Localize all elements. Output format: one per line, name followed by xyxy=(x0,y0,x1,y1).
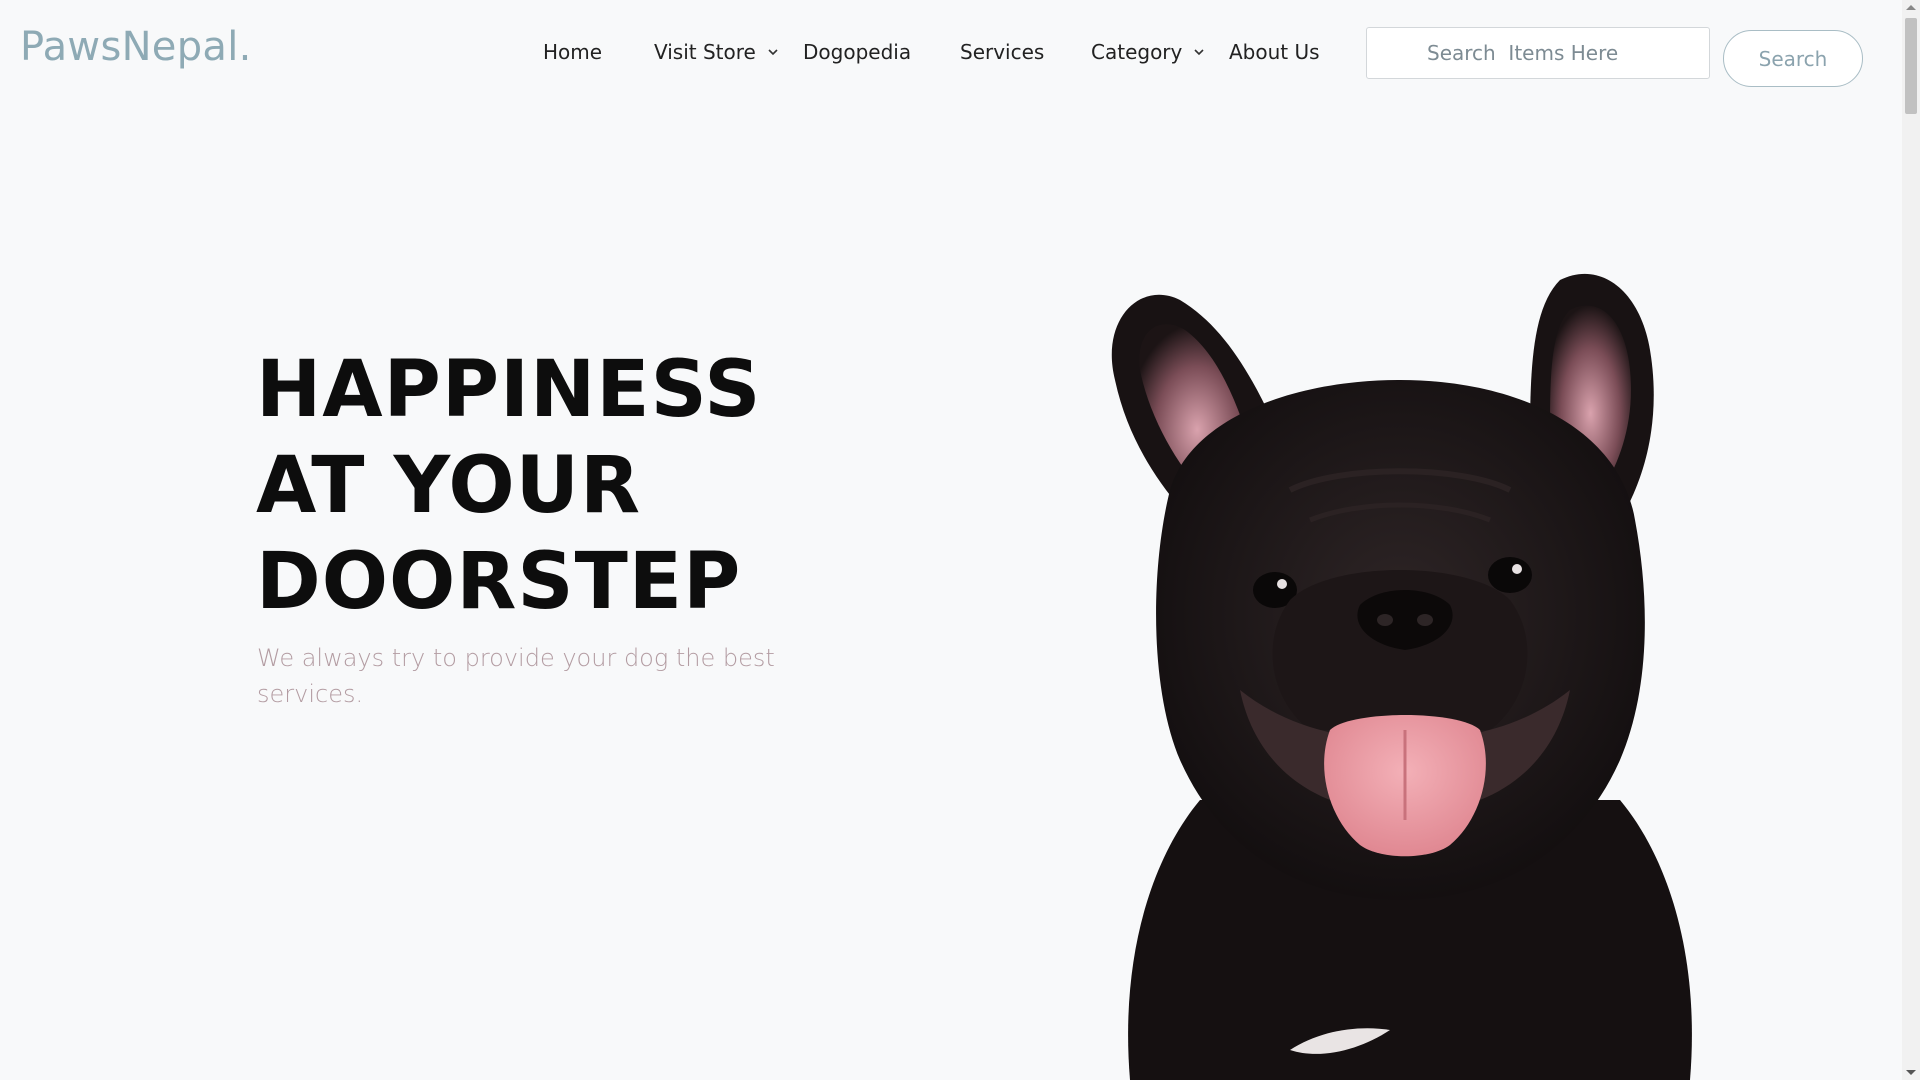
nav-item-label: Services xyxy=(960,40,1045,64)
hero-title-line: DOORSTEP xyxy=(256,537,742,627)
nav-item-label: About Us xyxy=(1229,40,1320,64)
nav-item-label: Visit Store xyxy=(654,40,756,64)
chevron-down-icon xyxy=(768,49,778,56)
nav-item-services[interactable]: Services xyxy=(960,40,1044,64)
chevron-down-icon xyxy=(1194,49,1204,56)
nav-item-home[interactable]: Home xyxy=(543,40,602,64)
nav-item-about-us[interactable]: About Us xyxy=(1229,40,1320,64)
hero-title: HAPPINESS AT YOUR DOORSTEP xyxy=(256,342,761,630)
scroll-up-icon[interactable] xyxy=(1906,5,1916,10)
hero-subtitle: We always try to provide your dog the be… xyxy=(257,644,775,708)
nav-item-dogopedia[interactable]: Dogopedia xyxy=(803,40,911,64)
nav-item-label: Category xyxy=(1091,40,1183,64)
scrollbar-thumb[interactable] xyxy=(1905,18,1917,114)
search-button[interactable]: Search xyxy=(1723,30,1863,87)
scroll-down-icon[interactable] xyxy=(1906,1070,1916,1075)
french-bulldog-photo xyxy=(1111,273,1692,1080)
page: PawsNepal. Home Visit Store Dogopedia Se… xyxy=(0,0,1920,1080)
nav-item-visit-store[interactable]: Visit Store xyxy=(654,40,780,64)
site-logo[interactable]: PawsNepal. xyxy=(20,24,252,70)
hero-title-line: AT YOUR xyxy=(256,441,642,531)
hero-title-line: HAPPINESS xyxy=(256,345,762,435)
page-scrollbar[interactable] xyxy=(1902,0,1920,1080)
search-input[interactable] xyxy=(1366,27,1710,79)
nav-item-label: Dogopedia xyxy=(803,40,912,64)
nav-item-label: Home xyxy=(543,40,603,64)
nav-item-category[interactable]: Category xyxy=(1091,40,1206,64)
